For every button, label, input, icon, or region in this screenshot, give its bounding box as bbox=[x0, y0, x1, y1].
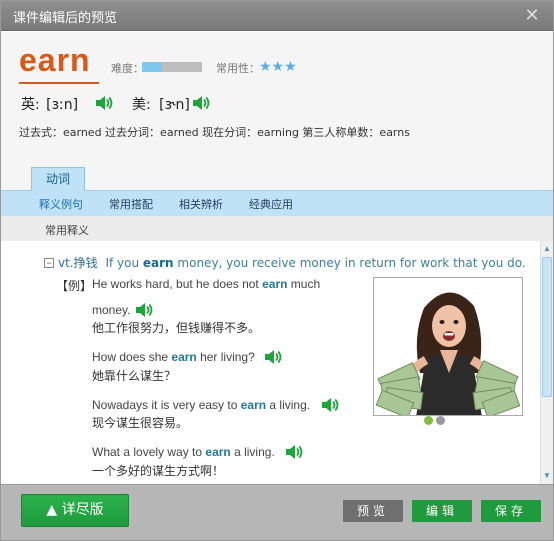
example-sentence: What a lovely way to earn a living. bbox=[92, 445, 275, 459]
subnav-collocations[interactable]: 常用搭配 bbox=[109, 196, 153, 212]
subnav-comparisons[interactable]: 相关辨析 bbox=[179, 196, 223, 212]
collapse-toggle[interactable]: − bbox=[44, 258, 54, 268]
example-keyword: earn bbox=[171, 350, 197, 364]
example-text: Nowadays it is very easy to bbox=[92, 398, 241, 412]
us-speaker-icon[interactable] bbox=[192, 94, 210, 112]
definition-text-before: If you bbox=[105, 256, 143, 270]
scroll-up-icon[interactable]: ▲ bbox=[541, 243, 553, 255]
definition-text-after: money, you receive money in return for w… bbox=[173, 256, 526, 270]
content-area: − vt.挣钱 If you earn money, you receive m… bbox=[1, 241, 553, 484]
scroll-down-icon[interactable]: ▼ bbox=[541, 470, 553, 482]
example-keyword: earn bbox=[240, 398, 267, 412]
uk-label: 英: bbox=[21, 97, 40, 113]
example-speaker-icon[interactable] bbox=[285, 443, 303, 461]
example-tag: 【例】 bbox=[56, 279, 93, 293]
window-title: 课件编辑后的预览 bbox=[13, 11, 118, 26]
example-text: her living? bbox=[196, 350, 255, 364]
example-translation: 她靠什么谋生？ bbox=[92, 369, 177, 383]
difficulty-bar bbox=[142, 62, 202, 72]
word-header: earn 难度： 常用性： ★★★ 英: [ɜːn] 美: [ɝn] 过去式：e… bbox=[1, 32, 553, 167]
save-button[interactable]: 保存 bbox=[481, 500, 541, 522]
difficulty-fill bbox=[142, 62, 162, 72]
definition-pos: vt.挣钱 bbox=[58, 256, 98, 270]
uk-speaker-icon[interactable] bbox=[95, 94, 113, 112]
example-keyword: earn bbox=[262, 277, 288, 291]
sub-navigation: 释义例句 常用搭配 相关辨析 经典应用 bbox=[1, 191, 553, 216]
example-sentence-continued: money. bbox=[92, 303, 130, 317]
example-sentence: How does she earn her living? bbox=[92, 350, 255, 364]
tab-verb[interactable]: 动词 bbox=[31, 167, 85, 191]
us-pronunciation: 美: [ɝn] bbox=[132, 94, 190, 114]
us-ipa: [ɝn] bbox=[159, 97, 190, 113]
scroll-thumb[interactable] bbox=[542, 257, 552, 397]
preview-window: 课件编辑后的预览 ✕ earn 难度： 常用性： ★★★ 英: [ɜːn] 美:… bbox=[0, 0, 554, 541]
section-label: 常用释义 bbox=[45, 224, 89, 237]
example-speaker-icon[interactable] bbox=[135, 301, 153, 319]
headword-underline bbox=[19, 82, 99, 84]
difficulty-label: 难度： bbox=[111, 62, 144, 75]
headword: earn bbox=[19, 42, 91, 78]
word-forms: 过去式：earned 过去分词：earned 现在分词：earning 第三人称… bbox=[19, 126, 410, 139]
vertical-scrollbar[interactable]: ▲ ▼ bbox=[540, 241, 553, 484]
example-sentence: Nowadays it is very easy to earn a livin… bbox=[92, 398, 310, 412]
pos-tabstrip: 动词 bbox=[1, 167, 553, 191]
frequency-label: 常用性： bbox=[216, 62, 260, 75]
example-text: What a lovely way to bbox=[92, 445, 206, 459]
definition-keyword: earn bbox=[142, 256, 174, 270]
example-text: He works hard, but he does not bbox=[92, 277, 263, 291]
carousel-dot-active[interactable] bbox=[424, 416, 433, 425]
uk-pronunciation: 英: [ɜːn] bbox=[21, 94, 78, 114]
example-text: a living. bbox=[230, 445, 275, 459]
illustration-image bbox=[373, 277, 523, 416]
example-text: money. bbox=[92, 303, 131, 317]
edit-button[interactable]: 编辑 bbox=[412, 500, 472, 522]
footer-bar: ▲ 详尽版 预览 编辑 保存 bbox=[1, 484, 553, 540]
detailed-version-button[interactable]: ▲ 详尽版 bbox=[21, 494, 129, 527]
example-text: a living. bbox=[266, 398, 311, 412]
example-speaker-icon[interactable] bbox=[264, 348, 282, 366]
preview-button[interactable]: 预览 bbox=[343, 500, 403, 522]
titlebar: 课件编辑后的预览 ✕ bbox=[1, 1, 553, 31]
uk-ipa: [ɜːn] bbox=[46, 97, 79, 113]
frequency-stars: ★★★ bbox=[259, 58, 297, 74]
example-sentence: He works hard, but he does not earn much bbox=[92, 277, 320, 291]
example-text: much bbox=[287, 277, 321, 291]
us-label: 美: bbox=[132, 97, 151, 113]
example-speaker-icon[interactable] bbox=[321, 396, 339, 414]
subnav-applications[interactable]: 经典应用 bbox=[249, 196, 293, 212]
example-text: How does she bbox=[92, 350, 172, 364]
example-translation: 现今谋生很容易。 bbox=[92, 416, 189, 430]
example-translation: 他工作很努力，但钱赚得不多。 bbox=[92, 321, 261, 335]
example-keyword: earn bbox=[205, 445, 231, 459]
section-header: 常用释义 bbox=[1, 216, 553, 241]
close-icon[interactable]: ✕ bbox=[523, 6, 541, 24]
definition: vt.挣钱 If you earn money, you receive mon… bbox=[58, 254, 526, 271]
carousel-dot[interactable] bbox=[436, 416, 445, 425]
subnav-definitions-examples[interactable]: 释义例句 bbox=[39, 196, 83, 212]
example-translation: 一个多好的谋生方式啊！ bbox=[92, 464, 225, 478]
